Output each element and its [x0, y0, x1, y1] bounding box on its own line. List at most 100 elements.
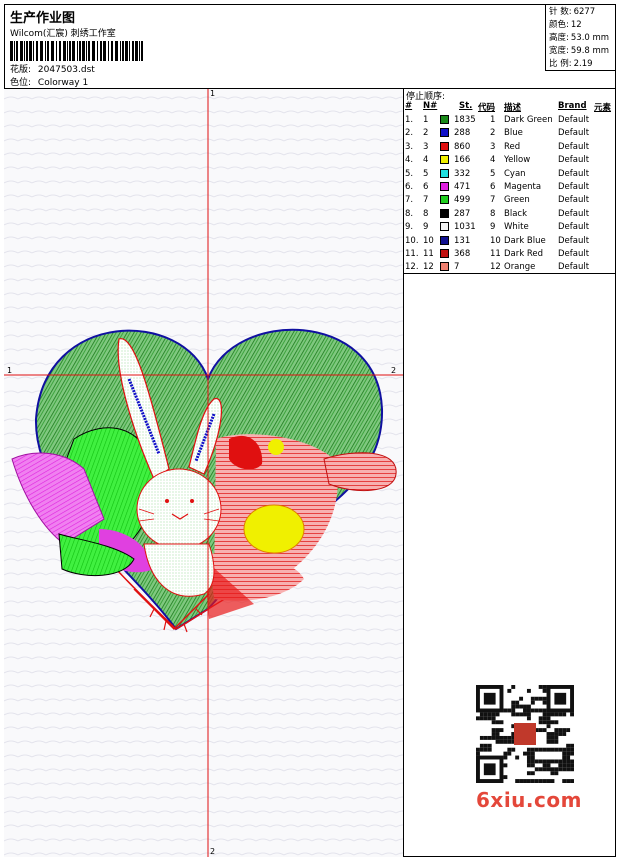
- stat-scale: 比 例: 2.19: [549, 59, 593, 69]
- color-description: Black: [504, 208, 527, 219]
- color-description: Orange: [504, 262, 536, 273]
- color-swatch: [440, 262, 449, 272]
- site-watermark: 6xiu.com: [476, 788, 582, 812]
- axis-label-bottom: 2: [210, 847, 216, 856]
- design-file: 2047503.dst: [37, 65, 95, 75]
- barcode: [10, 41, 143, 61]
- colorway-label: 色位:: [10, 78, 32, 88]
- row-number: 1.: [405, 115, 414, 125]
- axis-label-top: 1: [210, 89, 216, 98]
- needle-number: 12: [423, 262, 434, 273]
- stat-width: 宽度: 59.8 mm: [549, 46, 610, 56]
- color-code: 8: [490, 208, 496, 219]
- row-number: 5.: [405, 168, 414, 179]
- embroidery-preview: 1 2 1 2: [4, 89, 404, 857]
- needle-number: 5: [423, 168, 429, 179]
- stats-box: 针 数: 6277 颜色: 12 高度: 53.0 mm 宽度: 59.8 mm 比 例…: [545, 4, 616, 71]
- color-swatch: [440, 235, 449, 245]
- needle-number: 8: [423, 208, 429, 219]
- stitch-count: 131: [454, 235, 471, 246]
- embroidery-artwork: [4, 89, 403, 857]
- col-header-n: N#: [423, 101, 438, 111]
- row-number: 9.: [405, 222, 414, 233]
- color-stop-row: 10. 10 131 10 Dark Blue Default: [404, 235, 616, 249]
- stitch-count: 288: [454, 128, 471, 139]
- design-file-line: 花版: 2047503.dst: [10, 62, 95, 75]
- stitch-count: 332: [454, 168, 471, 179]
- col-header-stitches: St.: [459, 101, 473, 111]
- thread-brand: Default: [558, 128, 590, 139]
- colorway-line: 色位: Colorway 1: [10, 75, 88, 88]
- thread-brand: Default: [558, 222, 590, 233]
- colorway-value: Colorway 1: [37, 78, 89, 88]
- needle-number: 11: [423, 249, 434, 259]
- row-number: 2.: [405, 128, 414, 139]
- col-header-description: 描述: [504, 103, 522, 113]
- axis-label-left: 1: [7, 366, 13, 375]
- needle-number: 7: [423, 195, 429, 206]
- thread-brand: Default: [558, 155, 590, 166]
- needle-number: 10: [423, 235, 434, 246]
- stat-height: 高度: 53.0 mm: [549, 33, 610, 43]
- color-code: 7: [490, 195, 496, 206]
- color-swatch: [440, 128, 449, 138]
- color-swatch: [440, 208, 449, 218]
- color-swatch: [440, 155, 449, 165]
- color-code: 9: [490, 222, 496, 233]
- color-swatch: [440, 222, 449, 232]
- page-title: 生产作业图: [10, 11, 76, 26]
- thread-brand: Default: [558, 249, 590, 259]
- color-description: Red: [504, 141, 521, 152]
- color-description: Yellow: [504, 155, 531, 166]
- color-description: White: [504, 222, 529, 233]
- row-number: 4.: [405, 155, 414, 166]
- needle-number: 2: [423, 128, 429, 139]
- needle-number: 1: [423, 115, 429, 125]
- stitch-count: 287: [454, 208, 471, 219]
- row-number: 12.: [405, 262, 419, 273]
- row-number: 11.: [405, 249, 419, 259]
- color-stop-row: 7. 7 499 7 Green Default: [404, 195, 616, 208]
- color-description: Dark Blue: [504, 235, 546, 246]
- stitch-count: 166: [454, 155, 471, 166]
- color-description: Green: [504, 195, 530, 206]
- color-swatch: [440, 141, 449, 151]
- thread-brand: Default: [558, 262, 590, 273]
- color-swatch: [440, 182, 449, 191]
- color-code: 11: [490, 249, 501, 259]
- color-code: 5: [490, 168, 496, 179]
- thread-brand: Default: [558, 195, 590, 206]
- thread-brand: Default: [558, 182, 590, 192]
- design-label: 花版:: [10, 65, 32, 75]
- header: 生产作业图 Wilcom(汇宸) 刺绣工作室 花版: 2047503.dst 色…: [4, 4, 616, 89]
- color-description: Blue: [504, 128, 523, 139]
- thread-brand: Default: [558, 235, 590, 246]
- stitch-count: 1835: [454, 115, 476, 125]
- color-stop-row: 4. 4 166 4 Yellow Default: [404, 155, 616, 168]
- color-swatch: [440, 168, 449, 178]
- color-description: Magenta: [504, 182, 542, 192]
- color-code: 4: [490, 155, 496, 166]
- color-code: 2: [490, 128, 496, 139]
- needle-number: 4: [423, 155, 429, 166]
- color-swatch: [440, 195, 449, 205]
- color-stop-row: 9. 9 1031 9 White Default: [404, 222, 616, 235]
- thread-brand: Default: [558, 168, 590, 179]
- col-header-num: #: [405, 101, 413, 111]
- color-code: 12: [490, 262, 501, 273]
- row-number: 3.: [405, 141, 414, 152]
- color-swatch: [440, 249, 449, 258]
- thread-brand: Default: [558, 115, 590, 125]
- stitch-count: 368: [454, 249, 471, 259]
- color-stop-row: 8. 8 287 8 Black Default: [404, 208, 616, 222]
- studio-name: Wilcom(汇宸) 刺绣工作室: [10, 29, 116, 39]
- col-header-element: 元素: [594, 103, 612, 113]
- stitch-count: 7: [454, 262, 460, 273]
- row-number: 6.: [405, 182, 414, 192]
- color-stop-row: 3. 3 860 3 Red Default: [404, 141, 616, 155]
- color-description: Dark Green: [504, 115, 553, 125]
- color-stop-row: 12. 12 7 12 Orange Default: [404, 262, 616, 275]
- color-code: 3: [490, 141, 496, 152]
- row-number: 7.: [405, 195, 414, 206]
- thread-brand: Default: [558, 208, 590, 219]
